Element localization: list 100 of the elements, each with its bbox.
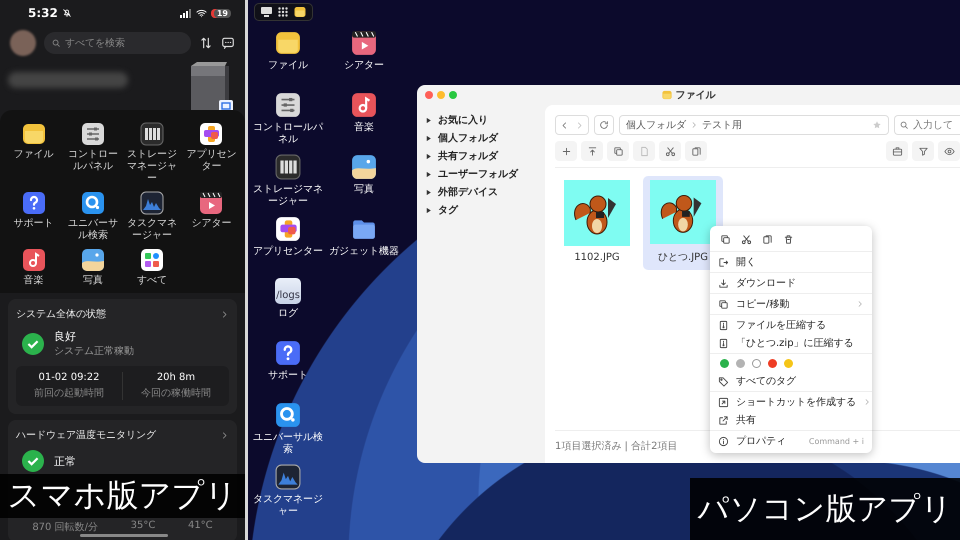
archive-icon (718, 338, 729, 348)
sidebar-item[interactable]: お気に入り (425, 111, 545, 129)
sort-icon[interactable] (199, 36, 213, 50)
new-button[interactable] (555, 141, 577, 161)
search-field[interactable]: 入力して (894, 115, 960, 135)
desktop-icon-label[interactable]: サポート (249, 370, 327, 382)
upload-icon (586, 146, 598, 156)
avatar[interactable] (10, 30, 36, 56)
folder-icon (22, 122, 46, 146)
file-tile[interactable]: ひとつ.JPG (643, 176, 723, 270)
sidebar-item[interactable]: タグ (425, 201, 545, 219)
upload-button[interactable] (581, 141, 603, 161)
archive-icon (718, 320, 729, 330)
app-label[interactable]: すべて (123, 275, 182, 287)
app-label[interactable]: シアター (182, 218, 240, 230)
trash-icon[interactable] (783, 234, 794, 245)
color-tag-dot[interactable] (736, 359, 745, 368)
desktop-icon-label[interactable]: シアター (325, 60, 403, 72)
menu-item[interactable]: 共有 (710, 411, 872, 429)
desktop-icon-label[interactable]: ファイル (249, 60, 327, 72)
chevron-icon[interactable] (220, 430, 229, 440)
view-button[interactable] (938, 141, 960, 161)
disclosure-triangle-icon[interactable] (425, 116, 432, 124)
reading-value: 41°C (188, 520, 213, 533)
menu-item[interactable]: すべてのタグ (710, 372, 872, 390)
sidebar-item[interactable]: 個人フォルダ (425, 129, 545, 147)
desktop-icon-label[interactable]: ユニバーサル検索 (249, 432, 327, 456)
search-field[interactable]: すべてを検索 (44, 32, 191, 54)
question-icon (275, 340, 301, 366)
desktop-icon-label[interactable]: 音楽 (325, 122, 403, 134)
app-label[interactable]: ストレージマネージャー (123, 149, 182, 185)
clapperboard-icon (199, 191, 224, 215)
open-icon (718, 256, 729, 268)
filter-button[interactable] (912, 141, 934, 161)
grid-icon (140, 248, 164, 272)
color-tag-dot[interactable] (784, 359, 793, 368)
file-name: ひとつ.JPG (658, 251, 708, 264)
icon-label: /logs (276, 290, 300, 301)
app-label[interactable]: タスクマネージャー (123, 218, 182, 242)
landscape-icon (80, 248, 105, 272)
desktop-icon-label[interactable]: コントロールパネル (249, 122, 327, 146)
disclosure-triangle-icon[interactable] (425, 170, 432, 178)
star-icon[interactable] (872, 120, 882, 130)
color-tag-dot[interactable] (720, 359, 729, 368)
app-label[interactable]: コントロールパネル (64, 149, 122, 173)
breadcrumb-item[interactable]: 個人フォルダ (626, 118, 686, 132)
shortcut-icon (718, 396, 729, 408)
desktop-icon-label[interactable]: ストレージマネージャー (249, 184, 327, 208)
app-label[interactable]: サポート (4, 218, 63, 230)
color-tag-dot[interactable] (752, 359, 761, 368)
desktop-icon-label[interactable]: アプリセンター (249, 246, 327, 258)
briefcase-button[interactable] (886, 141, 908, 161)
move-icon[interactable] (762, 234, 773, 245)
app-label[interactable]: ファイル (4, 149, 63, 161)
breadcrumb-item[interactable]: テスト用 (702, 118, 742, 132)
desktop-icon-label[interactable]: タスクマネージャー (249, 494, 327, 518)
chevron-icon (863, 398, 871, 406)
desktop-icon-label[interactable]: ガジェット機器 (325, 246, 403, 258)
monitor-icon[interactable] (261, 7, 272, 17)
sidebar-item[interactable]: 外部デバイス (425, 183, 545, 201)
app-label[interactable]: 写真 (64, 275, 122, 287)
move-button[interactable] (685, 141, 707, 161)
menu-item[interactable]: ダウンロード (710, 274, 872, 292)
clapperboard-icon (351, 30, 377, 56)
sidebar-item[interactable]: ユーザーフォルダ (425, 165, 545, 183)
filter-icon (918, 146, 928, 156)
disclosure-triangle-icon[interactable] (425, 206, 432, 214)
desktop-icon-label[interactable]: ログ (249, 308, 327, 320)
menu-item[interactable]: 開く (710, 253, 872, 271)
disclosure-triangle-icon[interactable] (425, 152, 432, 160)
caption: パソコン版アプリ (690, 478, 960, 540)
menu-item[interactable]: 「ひとつ.zip」に圧縮する (710, 334, 872, 352)
color-tag-dot[interactable] (768, 359, 777, 368)
landscape-icon (351, 154, 377, 180)
share-icon (718, 414, 729, 426)
drive-bays-icon (140, 122, 164, 146)
cut-button[interactable] (659, 141, 681, 161)
file-tile[interactable]: 1102.JPG (557, 176, 637, 269)
folder-icon (275, 30, 301, 56)
copy-button[interactable] (607, 141, 629, 161)
app-label[interactable]: アプリセンター (182, 149, 240, 173)
disclosure-triangle-icon[interactable] (425, 134, 432, 142)
menu-item[interactable]: プロパティ Command + i (710, 432, 872, 450)
copy-icon[interactable] (720, 234, 731, 245)
menu-item[interactable]: ショートカットを作成する (710, 393, 872, 411)
scissors-icon[interactable] (741, 234, 752, 245)
sidebar-item[interactable]: 共有フォルダ (425, 147, 545, 165)
disclosure-triangle-icon[interactable] (425, 188, 432, 196)
desktop-icon-label[interactable]: 写真 (325, 184, 403, 196)
chevron-icon[interactable] (220, 310, 229, 318)
menu-item[interactable]: ファイルを圧縮する (710, 316, 872, 334)
app-label[interactable]: ユニバーサル検索 (64, 218, 122, 242)
wifi-icon (196, 8, 207, 18)
chat-icon[interactable] (221, 36, 235, 50)
back-icon[interactable] (560, 120, 569, 130)
close-button[interactable] (425, 91, 433, 99)
refresh-button[interactable] (594, 115, 614, 135)
menu-item[interactable]: コピー/移動 (710, 295, 872, 313)
app-label[interactable]: 音楽 (4, 275, 63, 287)
grid-dots-icon[interactable] (278, 7, 288, 17)
